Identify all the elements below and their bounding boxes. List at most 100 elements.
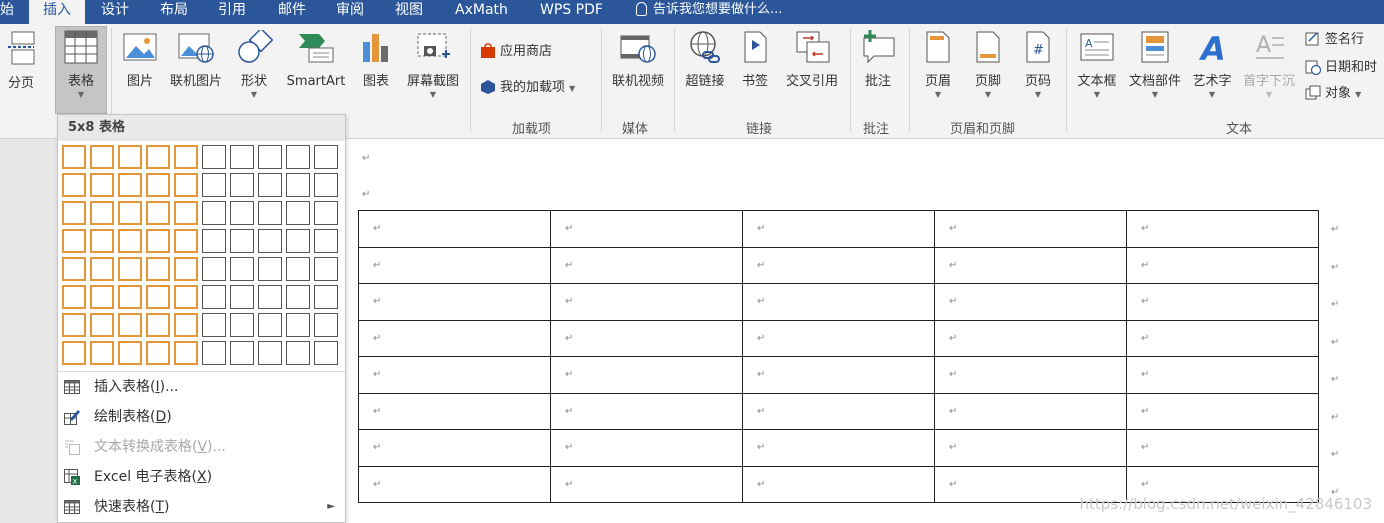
grid-cell[interactable] [174, 313, 198, 337]
grid-cell[interactable] [174, 285, 198, 309]
grid-cell[interactable] [230, 285, 254, 309]
grid-cell[interactable] [146, 173, 170, 197]
grid-cell[interactable] [202, 173, 226, 197]
grid-cell[interactable] [202, 229, 226, 253]
grid-cell[interactable] [62, 201, 86, 225]
grid-cell[interactable] [62, 173, 86, 197]
table-cell[interactable]: ↵ [934, 356, 1127, 394]
grid-cell[interactable] [286, 145, 310, 169]
grid-cell[interactable] [314, 145, 338, 169]
header-button[interactable]: 页眉 ▼ [919, 30, 957, 100]
grid-cell[interactable] [314, 201, 338, 225]
grid-cell[interactable] [174, 201, 198, 225]
my-addins-button[interactable]: 我的加载项 ▼ [480, 78, 575, 98]
grid-cell[interactable] [90, 145, 114, 169]
drop-cap-button[interactable]: A 首字下沉 ▼ [1238, 30, 1300, 100]
grid-cell[interactable] [118, 201, 142, 225]
table-cell[interactable]: ↵ [742, 356, 935, 394]
grid-cell[interactable] [286, 285, 310, 309]
grid-cell[interactable] [314, 173, 338, 197]
grid-cell[interactable] [202, 285, 226, 309]
table-cell[interactable]: ↵ [1126, 246, 1319, 284]
grid-cell[interactable] [62, 229, 86, 253]
table-cell[interactable]: ↵ [1126, 210, 1319, 248]
document-table[interactable]: ↵ ↵ ↵ ↵ ↵ ↵ ↵ ↵ ↵ ↵ ↵ ↵ ↵ ↵ ↵ ↵ ↵ ↵ ↵ ↵ ↵ ↵ ↵ ↵ ↵ ↵ ↵ ↵ ↵ ↵ ↵ ↵ ↵ ↵ ↵ ↵ ↵ ↵ ↵ ↵ [358, 210, 1319, 503]
table-cell[interactable]: ↵ [1126, 429, 1319, 467]
screenshot-button[interactable]: 屏幕截图 ▼ [402, 30, 464, 100]
table-cell[interactable]: ↵ [550, 392, 743, 430]
new-comment-button[interactable]: 批注 [859, 30, 897, 90]
signature-line-button[interactable]: 签名行 [1305, 30, 1364, 50]
grid-cell[interactable] [118, 257, 142, 281]
grid-cell[interactable] [202, 313, 226, 337]
grid-cell[interactable] [146, 341, 170, 365]
table-cell[interactable]: ↵ [934, 210, 1127, 248]
grid-cell[interactable] [258, 173, 282, 197]
table-cell[interactable]: ↵ [934, 319, 1127, 357]
table-cell[interactable]: ↵ [358, 246, 551, 284]
page-number-button[interactable]: # 页码 ▼ [1019, 30, 1057, 100]
grid-cell[interactable] [90, 201, 114, 225]
table-cell[interactable]: ↵ [550, 210, 743, 248]
grid-cell[interactable] [118, 173, 142, 197]
grid-cell[interactable] [174, 257, 198, 281]
grid-cell[interactable] [174, 145, 198, 169]
grid-cell[interactable] [258, 201, 282, 225]
grid-cell[interactable] [62, 145, 86, 169]
table-cell[interactable]: ↵ [358, 283, 551, 321]
tab-mailings[interactable]: 邮件 [278, 0, 306, 24]
grid-cell[interactable] [146, 145, 170, 169]
table-cell[interactable]: ↵ [550, 319, 743, 357]
quick-parts-button[interactable]: 文档部件 ▼ [1124, 30, 1186, 100]
grid-cell[interactable] [90, 229, 114, 253]
table-cell[interactable]: ↵ [358, 465, 551, 503]
table-cell[interactable]: ↵ [1126, 319, 1319, 357]
grid-cell[interactable] [118, 313, 142, 337]
grid-cell[interactable] [202, 145, 226, 169]
grid-cell[interactable] [202, 257, 226, 281]
grid-cell[interactable] [90, 313, 114, 337]
convert-text-to-table-menu-item[interactable]: 文本转换成表格(V)... [58, 433, 345, 461]
table-cell[interactable]: ↵ [742, 465, 935, 503]
table-cell[interactable]: ↵ [742, 319, 935, 357]
table-cell[interactable]: ↵ [1126, 356, 1319, 394]
footer-button[interactable]: 页脚 ▼ [969, 30, 1007, 100]
date-time-button[interactable]: 日期和时 [1305, 58, 1377, 78]
table-cell[interactable]: ↵ [358, 356, 551, 394]
grid-cell[interactable] [230, 201, 254, 225]
grid-cell[interactable] [258, 145, 282, 169]
shapes-button[interactable]: 形状 ▼ [234, 27, 274, 100]
grid-cell[interactable] [314, 285, 338, 309]
table-cell[interactable]: ↵ [742, 210, 935, 248]
grid-cell[interactable] [90, 257, 114, 281]
grid-cell[interactable] [146, 229, 170, 253]
grid-cell[interactable] [258, 341, 282, 365]
table-cell[interactable]: ↵ [550, 429, 743, 467]
table-cell[interactable]: ↵ [934, 246, 1127, 284]
store-button[interactable]: 应用商店 [480, 42, 552, 62]
grid-cell[interactable] [174, 341, 198, 365]
table-cell[interactable]: ↵ [358, 392, 551, 430]
grid-cell[interactable] [230, 229, 254, 253]
grid-cell[interactable] [202, 201, 226, 225]
smartart-button[interactable]: SmartArt [281, 30, 351, 90]
grid-cell[interactable] [258, 285, 282, 309]
table-cell[interactable]: ↵ [358, 429, 551, 467]
tab-review[interactable]: 审阅 [336, 0, 364, 24]
grid-cell[interactable] [314, 313, 338, 337]
table-cell[interactable]: ↵ [742, 246, 935, 284]
table-cell[interactable]: ↵ [358, 210, 551, 248]
table-cell[interactable]: ↵ [934, 429, 1127, 467]
grid-cell[interactable] [230, 145, 254, 169]
document-page[interactable]: ↵ ↵ ↵ ↵ ↵ ↵ ↵ ↵ ↵ ↵ ↵ ↵ ↵ ↵ ↵ ↵ ↵ ↵ ↵ ↵ ↵ ↵ ↵ ↵ ↵ ↵ ↵ ↵ ↵ ↵ ↵ ↵ ↵ ↵ ↵ ↵ ↵ ↵… [345, 139, 1384, 523]
online-picture-button[interactable]: 联机图片 [166, 30, 226, 90]
bookmark-button[interactable]: 书签 [738, 30, 772, 90]
grid-cell[interactable] [90, 285, 114, 309]
grid-cell[interactable] [90, 173, 114, 197]
tab-references[interactable]: 引用 [218, 0, 246, 24]
table-cell[interactable]: ↵ [358, 319, 551, 357]
grid-cell[interactable] [230, 173, 254, 197]
grid-cell[interactable] [174, 229, 198, 253]
grid-cell[interactable] [146, 257, 170, 281]
table-cell[interactable]: ↵ [1126, 392, 1319, 430]
